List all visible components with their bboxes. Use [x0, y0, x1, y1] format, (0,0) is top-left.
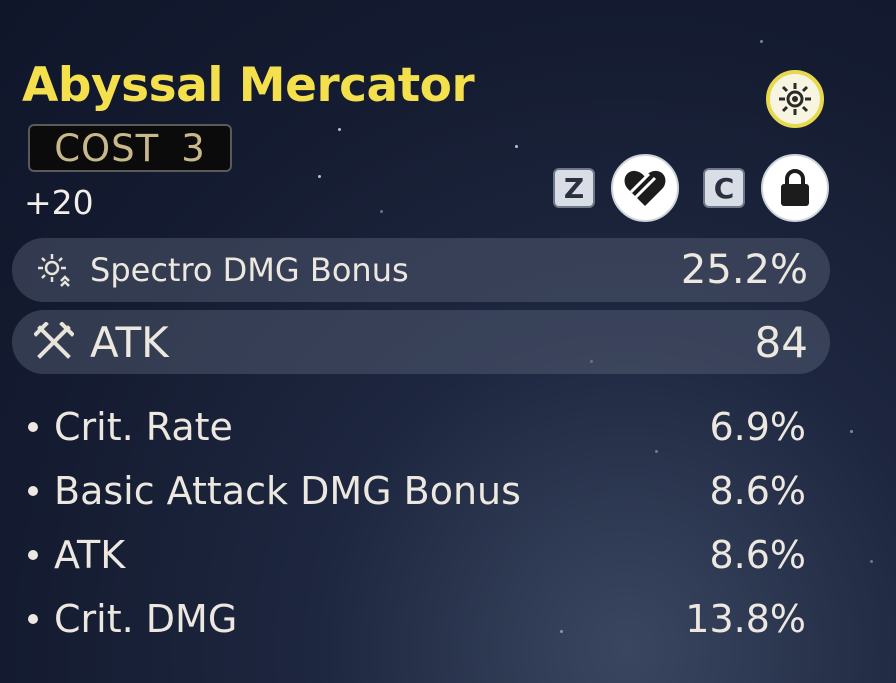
sub-stat-value: 6.9% — [709, 405, 806, 449]
cost-value: 3 — [181, 126, 206, 170]
bullet-dot — [28, 550, 38, 560]
sub-stat-name: ATK — [54, 533, 126, 577]
discard-heart-icon — [624, 170, 666, 206]
main-stat-name: ATK — [90, 317, 169, 367]
bullet-dot — [28, 422, 38, 432]
main-stat-name: Spectro DMG Bonus — [90, 251, 409, 289]
background-star — [338, 128, 341, 131]
bullet-dot — [28, 486, 38, 496]
main-stat-row: Spectro DMG Bonus 25.2% — [12, 238, 830, 302]
sub-stat-value: 8.6% — [709, 533, 806, 577]
lock-button[interactable] — [761, 154, 829, 222]
background-star — [318, 175, 321, 178]
background-star — [515, 145, 518, 148]
sub-stat-row: Crit. DMG 13.8% — [28, 587, 806, 651]
main-stat-value: 84 — [754, 317, 808, 367]
echo-level: +20 — [24, 183, 94, 222]
spectro-sun-icon — [766, 70, 824, 128]
sub-stats-list: Crit. Rate 6.9% Basic Attack DMG Bonus 8… — [28, 395, 806, 651]
sub-stat-row: Basic Attack DMG Bonus 8.6% — [28, 459, 806, 523]
discard-hotkey: Z — [553, 168, 595, 208]
sub-stat-name: Basic Attack DMG Bonus — [54, 469, 521, 513]
sub-stat-name: Crit. Rate — [54, 405, 233, 449]
background-star — [380, 210, 383, 213]
sub-stat-row: ATK 8.6% — [28, 523, 806, 587]
bullet-dot — [28, 614, 38, 624]
sub-stat-row: Crit. Rate 6.9% — [28, 395, 806, 459]
lock-hotkey: C — [703, 168, 745, 208]
main-stat-row: ATK 84 — [12, 310, 830, 374]
background-star — [760, 40, 763, 43]
discard-button[interactable] — [611, 154, 679, 222]
echo-name: Abyssal Mercator — [22, 58, 475, 113]
lock-icon — [781, 169, 809, 206]
crossed-swords-icon — [34, 322, 74, 362]
sub-stat-value: 8.6% — [709, 469, 806, 513]
cost-badge: COST 3 — [28, 124, 232, 172]
background-star — [850, 430, 853, 433]
cost-label: COST — [54, 126, 160, 170]
spectro-dmg-icon — [34, 250, 74, 290]
main-stat-value: 25.2% — [680, 247, 808, 293]
sub-stat-value: 13.8% — [685, 597, 806, 641]
background-star — [870, 560, 873, 563]
sub-stat-name: Crit. DMG — [54, 597, 238, 641]
